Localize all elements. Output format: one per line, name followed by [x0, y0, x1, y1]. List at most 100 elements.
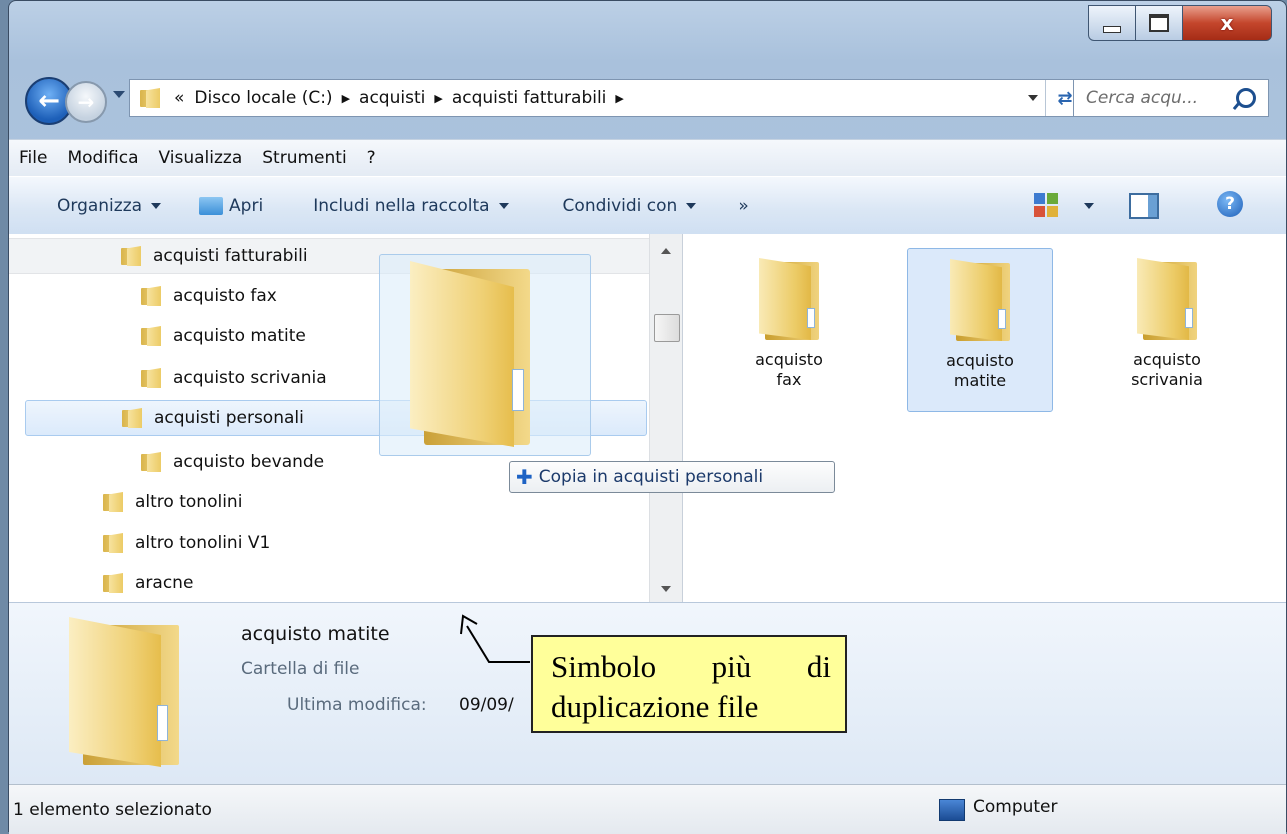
drag-ghost-folder [379, 254, 591, 456]
callout-word: di [806, 649, 831, 684]
open-label: Apri [229, 196, 264, 216]
preview-pane-icon[interactable] [1129, 193, 1159, 219]
share-label: Condividi con [562, 196, 678, 216]
callout-word: Simbolo [551, 649, 657, 684]
recent-pages-dropdown[interactable] [113, 91, 125, 98]
back-arrow-icon: ← [38, 86, 60, 116]
drag-copy-tooltip: ✚ Copia in acquisti personali [509, 461, 835, 493]
annotation-callout: Simbolo più di duplicazione file [531, 635, 847, 733]
folder-icon [759, 258, 819, 340]
status-selection: 1 elemento selezionato [13, 799, 212, 820]
file-item-label: acquisto [1133, 350, 1201, 369]
close-button[interactable]: x [1183, 5, 1272, 41]
search-placeholder: Cerca acqu... [1086, 88, 1199, 108]
folder-icon [1137, 258, 1197, 340]
details-type: Cartella di file [241, 659, 360, 679]
menu-visualizza[interactable]: Visualizza [149, 148, 253, 168]
tree-item-label: acquisto bevande [173, 452, 325, 472]
search-input[interactable]: Cerca acqu... [1073, 79, 1269, 117]
folder-icon [103, 573, 123, 593]
nav-scrollbar[interactable] [649, 234, 682, 602]
tree-item-altro-tonolini-v1[interactable]: altro tonolini V1 [103, 525, 270, 561]
title-bar: x [9, 1, 1286, 63]
chevron-down-icon [686, 203, 697, 209]
breadcrumb-separator-icon[interactable]: ▶ [342, 92, 350, 105]
menu-modifica[interactable]: Modifica [57, 148, 148, 168]
minimize-icon [1103, 25, 1121, 33]
file-item-label: fax [776, 370, 802, 389]
file-item-acquisto-fax[interactable]: acquisto fax [717, 248, 861, 410]
maximize-button[interactable] [1136, 5, 1183, 41]
maximize-icon [1149, 14, 1169, 32]
breadcrumb-item-acquisti[interactable]: acquisti [359, 88, 425, 108]
file-item-label: acquisto [755, 350, 823, 369]
folder-icon [141, 368, 161, 388]
tree-item-label: acquisto scrivania [173, 368, 327, 388]
close-icon: x [1220, 11, 1234, 35]
breadcrumb-separator-icon[interactable]: ▶ [615, 92, 623, 105]
tree-item-label: acquisti personali [154, 408, 304, 428]
drag-copy-label: Copia in acquisti personali [538, 467, 764, 487]
open-button[interactable]: Apri [199, 196, 263, 216]
scroll-down-icon[interactable] [661, 586, 671, 592]
tree-item-label: altro tonolini [135, 492, 243, 512]
content-area: acquisti fatturabili acquisto fax acquis… [9, 234, 1286, 602]
status-bar: 1 elemento selezionato Computer [9, 784, 1286, 834]
refresh-icon: ⇄ [1057, 87, 1073, 109]
scroll-up-icon[interactable] [661, 248, 671, 254]
tree-item-acquisto-fax[interactable]: acquisto fax [141, 278, 277, 314]
more-label: » [738, 196, 749, 216]
callout-arrow [460, 614, 530, 663]
include-label: Includi nella raccolta [313, 196, 490, 216]
folder-icon [950, 259, 1010, 341]
file-item-acquisto-matite[interactable]: acquisto matite [907, 248, 1053, 412]
address-bar[interactable]: « Disco locale (C:) ▶ acquisti ▶ acquist… [129, 79, 1085, 117]
computer-icon [939, 799, 965, 821]
tree-item-acquisto-bevande[interactable]: acquisto bevande [141, 444, 324, 480]
file-item-acquisto-scrivania[interactable]: acquisto scrivania [1095, 248, 1239, 410]
more-commands-button[interactable]: » [738, 196, 748, 216]
folder-icon [141, 326, 161, 346]
tree-item-acquisto-matite[interactable]: acquisto matite [141, 318, 306, 354]
view-dropdown-icon[interactable] [1084, 203, 1094, 209]
details-folder-icon [69, 617, 179, 767]
search-icon[interactable] [1236, 88, 1256, 108]
include-library-button[interactable]: Includi nella raccolta [313, 196, 509, 216]
scroll-thumb[interactable] [654, 314, 680, 342]
tree-item-acquisto-scrivania[interactable]: acquisto scrivania [141, 360, 327, 396]
menu-help[interactable]: ? [357, 148, 386, 168]
command-bar: Organizza Apri Includi nella raccolta Co… [9, 176, 1286, 236]
callout-line2: duplicazione file [551, 689, 759, 724]
share-button[interactable]: Condividi con [563, 196, 697, 216]
file-list: acquisto fax acquisto matite acquisto sc… [682, 234, 1286, 602]
tree-item-label: altro tonolini V1 [135, 533, 271, 553]
folder-icon [122, 408, 142, 428]
folder-icon [141, 452, 161, 472]
tree-item-label: aracne [135, 573, 194, 593]
help-icon[interactable]: ? [1217, 191, 1243, 217]
breadcrumb-item-disk[interactable]: Disco locale (C:) [194, 88, 332, 108]
breadcrumb-separator-icon[interactable]: ▶ [434, 92, 442, 105]
breadcrumb: « Disco locale (C:) ▶ acquisti ▶ acquist… [174, 88, 633, 108]
tree-item-label: acquisto fax [173, 286, 277, 306]
minimize-button[interactable] [1088, 5, 1136, 41]
chevron-down-icon [498, 203, 509, 209]
forward-button[interactable]: → [65, 81, 107, 123]
tree-item-altro-tonolini[interactable]: altro tonolini [103, 484, 242, 520]
menu-strumenti[interactable]: Strumenti [252, 148, 356, 168]
menu-bar: File Modifica Visualizza Strumenti ? [9, 139, 1286, 176]
breadcrumb-overflow[interactable]: « [174, 88, 184, 108]
folder-icon [103, 492, 123, 512]
tree-item-label: acquisto matite [173, 326, 306, 346]
organize-button[interactable]: Organizza [57, 196, 162, 216]
tree-item-aracne[interactable]: aracne [103, 565, 193, 601]
folder-icon [141, 286, 161, 306]
menu-file[interactable]: File [9, 148, 57, 168]
change-view-button[interactable] [1034, 193, 1058, 217]
forward-arrow-icon: → [77, 90, 95, 114]
folder-icon [121, 246, 141, 266]
window-controls: x [1088, 5, 1272, 41]
folder-icon [410, 261, 530, 447]
address-dropdown[interactable] [1028, 95, 1038, 101]
breadcrumb-item-acquisti-fatturabili[interactable]: acquisti fatturabili [452, 88, 607, 108]
